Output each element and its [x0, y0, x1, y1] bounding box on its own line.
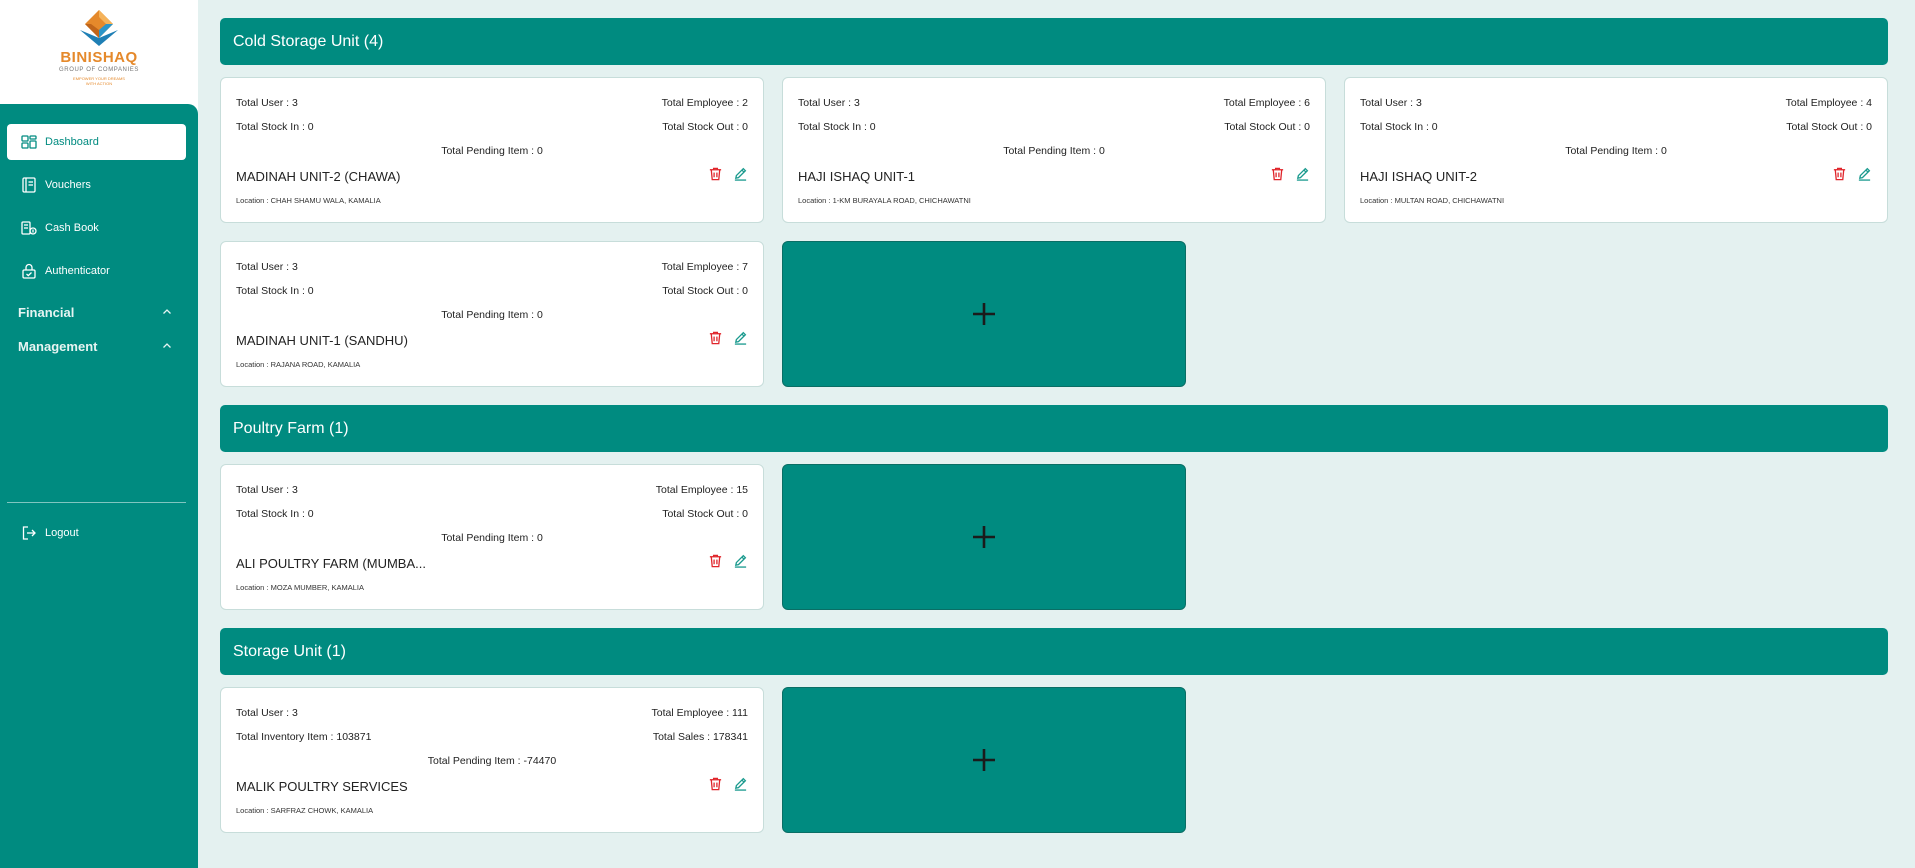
dashboard-icon [20, 133, 38, 151]
unit-location: Location : 1-KM BURAYALA ROAD, CHICHAWAT… [798, 196, 971, 205]
sidebar-group-label: Management [18, 338, 98, 354]
sidebar-divider [7, 502, 186, 503]
chevron-up-icon [163, 309, 171, 314]
unit-name: ALI POULTRY FARM (MUMBA... [236, 556, 426, 571]
total-pending-item: Total Pending Item : -74470 [427, 755, 557, 767]
total-pending-item: Total Pending Item : 0 [441, 532, 543, 544]
brand-logo-icon [80, 10, 118, 46]
unit-card[interactable]: Total User : 3 Total Employee : 7 Total S… [220, 241, 764, 387]
edit-icon[interactable] [1857, 166, 1872, 181]
total-inventory-item: Total Inventory Item : 103871 [236, 731, 372, 743]
unit-name: HAJI ISHAQ UNIT-1 [798, 169, 916, 184]
unit-location: Location : CHAH SHAMU WALA, KAMALIA [236, 196, 381, 205]
total-stock-out: Total Stock Out : 0 [1786, 121, 1872, 133]
sidebar-item-vouchers[interactable]: Vouchers [7, 167, 186, 203]
unit-name: MADINAH UNIT-1 (SANDHU) [236, 333, 408, 348]
sidebar-item-label: Authenticator [45, 265, 110, 277]
total-stock-in: Total Stock In : 0 [236, 508, 314, 520]
delete-icon[interactable] [708, 553, 723, 568]
total-stock-in: Total Stock In : 0 [1360, 121, 1438, 133]
section-header-cold-storage: Cold Storage Unit (4) [220, 18, 1888, 65]
sidebar-item-label: Cash Book [45, 222, 99, 234]
sidebar-item-authenticator[interactable]: Authenticator [7, 253, 186, 289]
add-unit-button[interactable] [782, 687, 1186, 833]
delete-icon[interactable] [1270, 166, 1285, 181]
unit-name: MADINAH UNIT-2 (CHAWA) [236, 169, 401, 184]
total-user: Total User : 3 [236, 707, 298, 719]
total-employee: Total Employee : 6 [1223, 97, 1310, 109]
total-pending-item: Total Pending Item : 0 [441, 145, 543, 157]
add-unit-button[interactable] [782, 241, 1186, 387]
notebook-icon [20, 176, 38, 194]
total-sales: Total Sales : 178341 [652, 731, 748, 743]
total-user: Total User : 3 [798, 97, 860, 109]
total-employee: Total Employee : 4 [1785, 97, 1872, 109]
edit-icon[interactable] [733, 330, 748, 345]
cash-icon [20, 219, 38, 237]
add-unit-button[interactable] [782, 464, 1186, 610]
unit-name: HAJI ISHAQ UNIT-2 [1360, 169, 1478, 184]
edit-icon[interactable] [1295, 166, 1310, 181]
unit-card[interactable]: Total User : 3 Total Employee : 15 Total … [220, 464, 764, 610]
total-pending-item: Total Pending Item : 0 [1565, 145, 1667, 157]
total-employee: Total Employee : 15 [655, 484, 748, 496]
edit-icon[interactable] [733, 553, 748, 568]
plus-icon [973, 303, 995, 325]
plus-icon [973, 749, 995, 771]
sidebar-item-dashboard[interactable]: Dashboard [7, 124, 186, 160]
edit-icon[interactable] [733, 166, 748, 181]
total-stock-in: Total Stock In : 0 [236, 121, 314, 133]
sidebar-nav: Dashboard Vouchers Cash Book Authenticat… [0, 104, 198, 868]
section-header-storage-unit: Storage Unit (1) [220, 628, 1888, 675]
brand-subtitle: GROUP OF COMPANIES [59, 67, 139, 73]
plus-icon [973, 526, 995, 548]
total-stock-in: Total Stock In : 0 [236, 285, 314, 297]
sidebar-group-label: Financial [18, 304, 75, 320]
sidebar-item-label: Vouchers [45, 179, 91, 191]
brand-name: BINISHAQ [60, 49, 138, 66]
unit-location: Location : RAJANA ROAD, KAMALIA [236, 360, 361, 369]
delete-icon[interactable] [708, 776, 723, 791]
total-user: Total User : 3 [236, 97, 298, 109]
unit-card[interactable]: Total User : 3 Total Employee : 2 Total S… [220, 77, 764, 223]
total-pending-item: Total Pending Item : 0 [1003, 145, 1105, 157]
total-employee: Total Employee : 7 [661, 261, 748, 273]
total-stock-in: Total Stock In : 0 [798, 121, 876, 133]
unit-location: Location : MULTAN ROAD, CHICHAWATNI [1360, 196, 1505, 205]
sidebar-group-financial[interactable]: Financial [18, 302, 172, 322]
unit-card[interactable]: Total User : 3 Total Employee : 4 Total S… [1344, 77, 1888, 223]
unit-location: Location : MOZA MUMBER, KAMALIA [236, 583, 364, 592]
sidebar-item-cash-book[interactable]: Cash Book [7, 210, 186, 246]
lock-icon [20, 262, 38, 280]
total-stock-out: Total Stock Out : 0 [662, 508, 748, 520]
edit-icon[interactable] [733, 776, 748, 791]
total-employee: Total Employee : 2 [661, 97, 748, 109]
delete-icon[interactable] [708, 330, 723, 345]
total-pending-item: Total Pending Item : 0 [441, 309, 543, 321]
brand-tagline: EMPOWER YOUR DREAMS WITH ACTION [73, 76, 125, 86]
total-stock-out: Total Stock Out : 0 [662, 285, 748, 297]
total-user: Total User : 3 [236, 261, 298, 273]
unit-name: MALIK POULTRY SERVICES [236, 779, 408, 794]
section-header-poultry-farm: Poultry Farm (1) [220, 405, 1888, 452]
total-employee: Total Employee : 111 [651, 707, 749, 719]
delete-icon[interactable] [1832, 166, 1847, 181]
sidebar-item-label: Dashboard [45, 136, 99, 148]
brand-logo[interactable]: BINISHAQ GROUP OF COMPANIES EMPOWER YOUR… [0, 0, 198, 104]
sidebar: BINISHAQ GROUP OF COMPANIES EMPOWER YOUR… [0, 0, 198, 868]
unit-location: Location : SARFRAZ CHOWK, KAMALIA [236, 806, 374, 815]
total-stock-out: Total Stock Out : 0 [662, 121, 748, 133]
logout-label: Logout [45, 527, 79, 539]
total-user: Total User : 3 [1360, 97, 1422, 109]
chevron-up-icon [163, 343, 171, 348]
total-user: Total User : 3 [236, 484, 298, 496]
total-stock-out: Total Stock Out : 0 [1224, 121, 1310, 133]
logout-icon [20, 524, 38, 542]
delete-icon[interactable] [708, 166, 723, 181]
sidebar-group-management[interactable]: Management [18, 336, 172, 356]
unit-card[interactable]: Total User : 3 Total Employee : 6 Total S… [782, 77, 1326, 223]
logout-button[interactable]: Logout [7, 515, 186, 551]
unit-card[interactable]: Total User : 3 Total Employee : 111 Total… [220, 687, 764, 833]
